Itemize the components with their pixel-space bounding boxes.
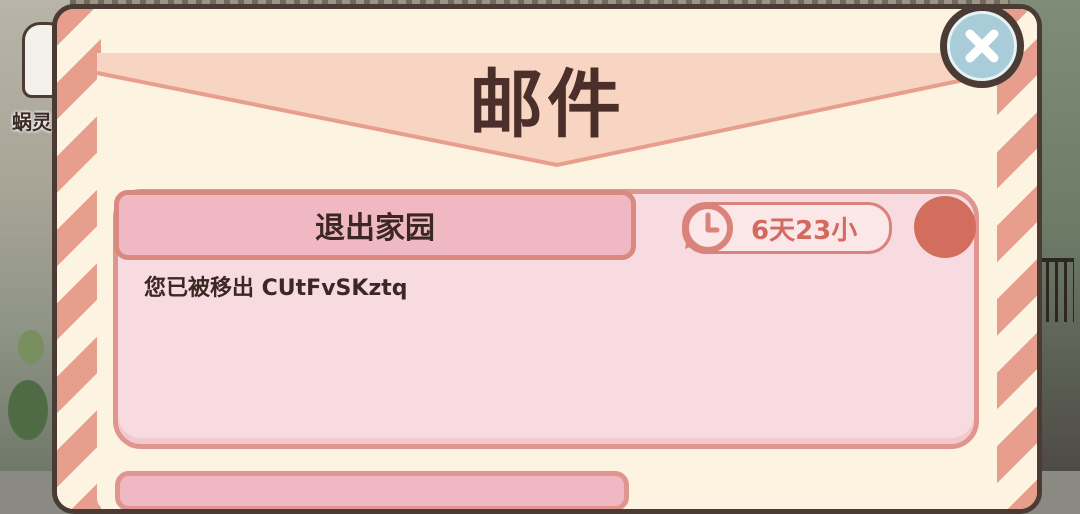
close-button[interactable] [940,4,1024,88]
timer-text: 6天23小 [751,215,858,246]
close-x-icon [947,11,1017,81]
mail-item[interactable]: 退出家园 6天23小 您已被移出 CUtFvSKztq [113,189,979,449]
mail-item-header: 退出家园 [114,190,636,260]
potted-plant [8,380,48,440]
unread-indicator [914,196,976,258]
mail-subject: 退出家园 [315,211,435,246]
mail-title: 邮件 [469,62,625,148]
npc-name-label: 蜗灵 [12,110,52,134]
clock-icon [683,203,733,253]
mail-expiry-timer: 6天23小 [682,202,892,254]
mail-window: 邮件 退出家园 6天23小 您已被移出 CUtFvSKztq [52,4,1042,514]
potted-plant [18,330,44,364]
next-mail-item[interactable] [115,471,629,509]
mail-body-text: 您已被移出 CUtFvSKztq [144,276,408,301]
